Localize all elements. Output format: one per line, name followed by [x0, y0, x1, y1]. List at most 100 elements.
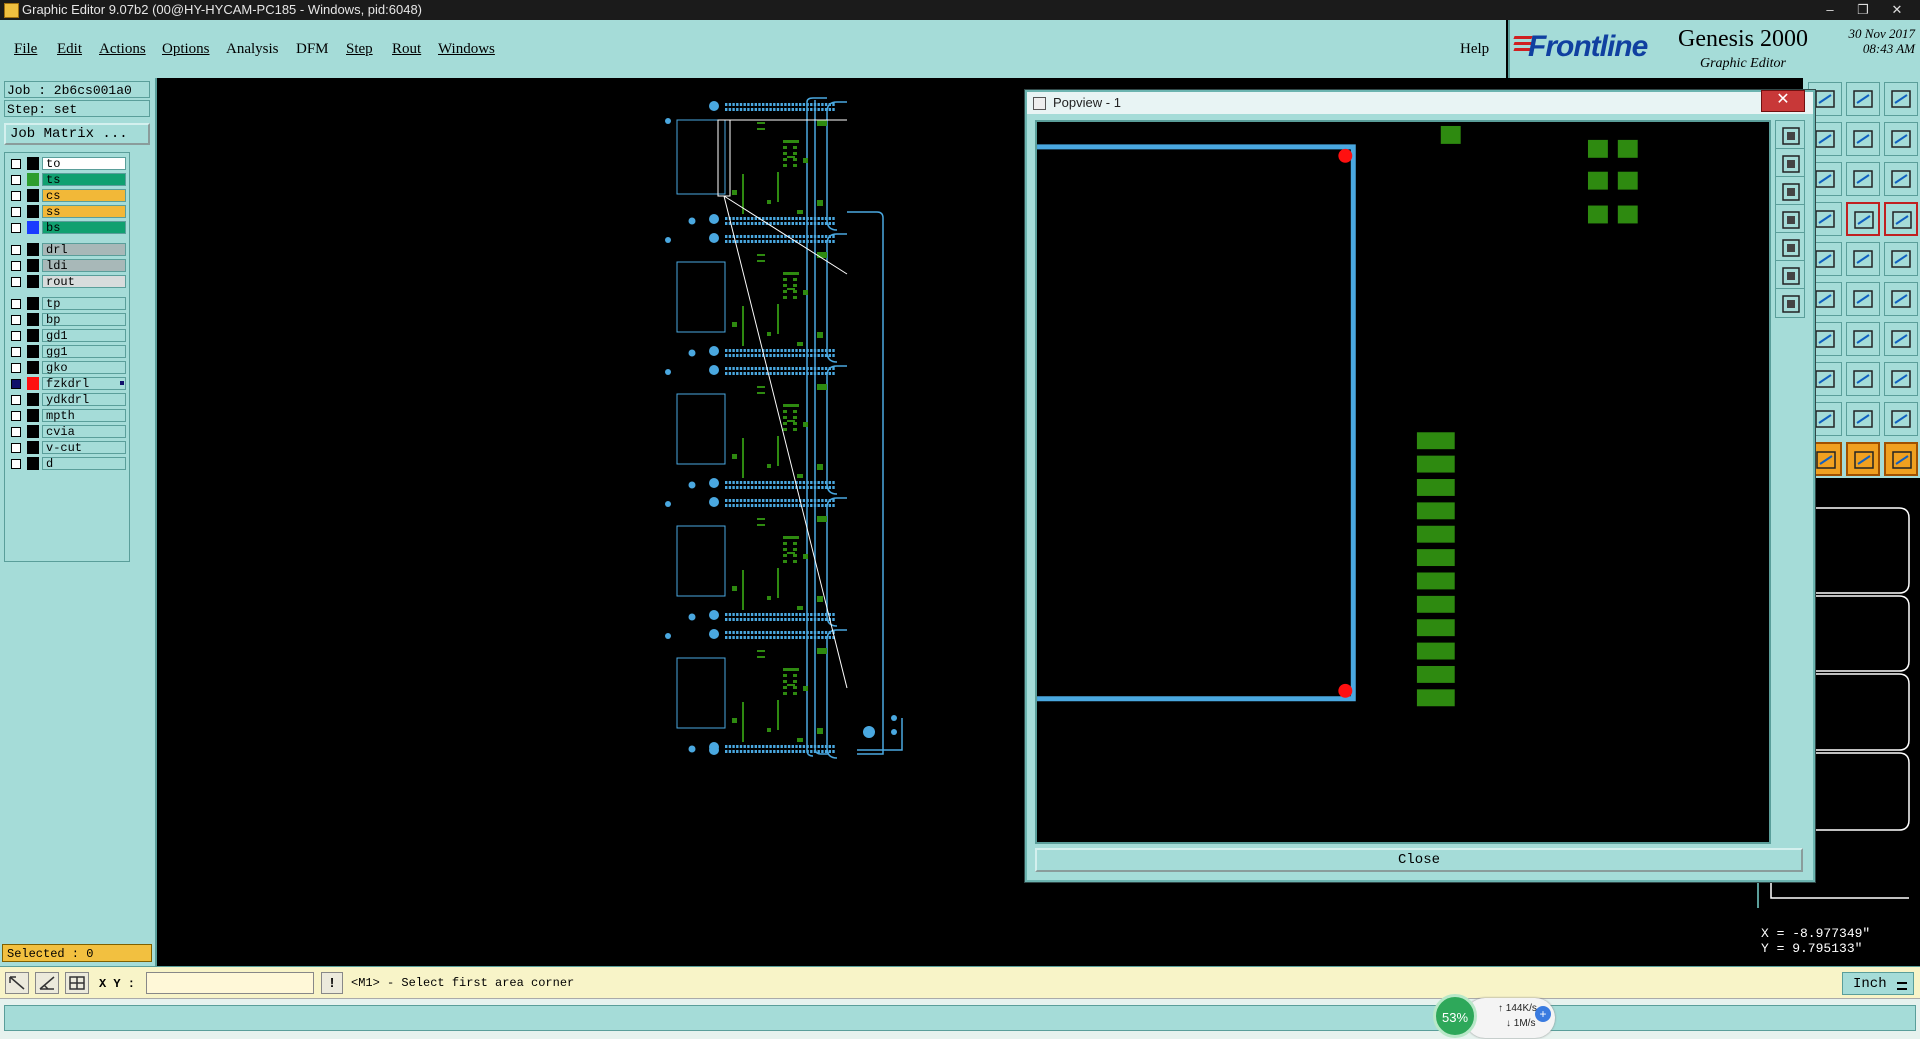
close-icon[interactable]: ✕ — [1882, 0, 1912, 20]
layer-row-gg1[interactable]: gg1 — [7, 345, 127, 359]
layer-row-d[interactable]: d — [7, 457, 127, 471]
layer-name[interactable]: gg1 — [42, 345, 126, 358]
layer-row-cs[interactable]: cs — [7, 189, 127, 203]
popview-canvas[interactable] — [1035, 120, 1771, 844]
split-view-tool-button[interactable] — [1884, 82, 1918, 116]
layer-checkbox[interactable] — [11, 223, 21, 233]
layer-name[interactable]: fzkdrl — [42, 377, 126, 390]
layer-row-ss[interactable]: ss — [7, 205, 127, 219]
menu-analysis[interactable]: Analysis — [226, 41, 279, 58]
pointer-tool-button[interactable] — [1884, 442, 1918, 476]
resize-tool-button[interactable] — [1846, 362, 1880, 396]
layer-checkbox[interactable] — [11, 175, 21, 185]
layer-name[interactable]: tp — [42, 297, 126, 310]
layer-name[interactable]: mpth — [42, 409, 126, 422]
layer-checkbox[interactable] — [11, 427, 21, 437]
layer-checkbox[interactable] — [11, 379, 21, 389]
center-button[interactable] — [1775, 260, 1805, 290]
layer-name[interactable]: to — [42, 157, 126, 170]
pad-tool-button[interactable] — [1884, 242, 1918, 276]
layer-name[interactable]: bp — [42, 313, 126, 326]
layer-name[interactable]: bs — [42, 221, 126, 234]
zoom-out-button[interactable] — [1775, 148, 1805, 178]
layer-checkbox[interactable] — [11, 459, 21, 469]
job-matrix-button[interactable]: Job Matrix ... — [4, 123, 150, 145]
layer-name[interactable]: ydkdrl — [42, 393, 126, 406]
layer-checkbox[interactable] — [11, 191, 21, 201]
filter-tool-button[interactable] — [1884, 202, 1918, 236]
layer-checkbox[interactable] — [11, 277, 21, 287]
layer-name[interactable]: ldi — [42, 259, 126, 272]
zoom-area-button[interactable] — [5, 972, 29, 994]
triangle-tool-button[interactable] — [1846, 402, 1880, 436]
close-icon[interactable]: ✕ — [1761, 90, 1805, 112]
boost-icon[interactable]: + — [1535, 1006, 1551, 1022]
layer-checkbox[interactable] — [11, 395, 21, 405]
layer-checkbox[interactable] — [11, 331, 21, 341]
help-tool-button[interactable] — [1884, 162, 1918, 196]
home-button[interactable] — [1775, 232, 1805, 262]
layer-name[interactable]: ss — [42, 205, 126, 218]
layer-row-fzkdrl[interactable]: fzkdrl — [7, 377, 127, 391]
filter-tool-button[interactable] — [1846, 202, 1880, 236]
layer-row-ydkdrl[interactable]: ydkdrl — [7, 393, 127, 407]
menu-edit[interactable]: Edit — [57, 41, 82, 58]
layer-name[interactable]: drl — [42, 243, 126, 256]
layer-name[interactable]: ts — [42, 173, 126, 186]
layer-checkbox[interactable] — [11, 207, 21, 217]
layer-row-gko[interactable]: gko — [7, 361, 127, 375]
ruler-tool-button[interactable] — [1846, 242, 1880, 276]
layer-checkbox[interactable] — [11, 245, 21, 255]
layer-checkbox[interactable] — [11, 261, 21, 271]
distribute-tool-button[interactable] — [1884, 322, 1918, 356]
layer-row-tp[interactable]: tp — [7, 297, 127, 311]
minimize-icon[interactable]: – — [1815, 0, 1845, 20]
layer-checkbox[interactable] — [11, 363, 21, 373]
route-tool-button[interactable] — [1884, 122, 1918, 156]
restore-icon[interactable]: ❐ — [1848, 0, 1878, 20]
layer-row-bs[interactable]: bs — [7, 221, 127, 235]
layer-row-rout[interactable]: rout — [7, 275, 127, 289]
layer-checkbox[interactable] — [11, 347, 21, 357]
menu-actions[interactable]: Actions — [99, 41, 146, 58]
layer-name[interactable]: rout — [42, 275, 126, 288]
layer-checkbox[interactable] — [11, 159, 21, 169]
layer-row-drl[interactable]: drl — [7, 243, 127, 257]
menu-options[interactable]: Options — [162, 41, 210, 58]
group-tool-button[interactable] — [1884, 362, 1918, 396]
triangle-tool-button[interactable] — [1884, 402, 1918, 436]
layer-checkbox[interactable] — [11, 315, 21, 325]
layer-name[interactable]: v-cut — [42, 441, 126, 454]
menu-windows[interactable]: Windows — [438, 41, 495, 58]
layer-name[interactable]: d — [42, 457, 126, 470]
layer-checkbox[interactable] — [11, 443, 21, 453]
layer-row-ts[interactable]: ts — [7, 173, 127, 187]
home-tool-button[interactable] — [1846, 82, 1880, 116]
connect-tool-button[interactable] — [1846, 282, 1880, 316]
pan-button[interactable] — [1775, 204, 1805, 234]
layer-row-mpth[interactable]: mpth — [7, 409, 127, 423]
layer-name[interactable]: gko — [42, 361, 126, 374]
menu-dfm[interactable]: DFM — [296, 41, 329, 58]
layer-name[interactable]: gd1 — [42, 329, 126, 342]
layer-name[interactable]: cs — [42, 189, 126, 202]
measure-button[interactable] — [1775, 288, 1805, 318]
layer-checkbox[interactable] — [11, 299, 21, 309]
layer-row-bp[interactable]: bp — [7, 313, 127, 327]
menu-step[interactable]: Step — [346, 41, 373, 58]
fit-button[interactable] — [1775, 176, 1805, 206]
layer-name[interactable]: cvia — [42, 425, 126, 438]
layer-row-gd1[interactable]: gd1 — [7, 329, 127, 343]
layer-row-ldi[interactable]: ldi — [7, 259, 127, 273]
menu-file[interactable]: File — [14, 41, 37, 58]
menu-rout[interactable]: Rout — [392, 41, 421, 58]
rotate-tool-button[interactable] — [1846, 322, 1880, 356]
layer-row-to[interactable]: to — [7, 157, 127, 171]
layer-row-v-cut[interactable]: v-cut — [7, 441, 127, 455]
zoom-in-button[interactable] — [1775, 120, 1805, 150]
layer-checkbox[interactable] — [11, 411, 21, 421]
scale-tool-button[interactable] — [1846, 162, 1880, 196]
pointer-tool-button[interactable] — [1846, 442, 1880, 476]
layer-row-cvia[interactable]: cvia — [7, 425, 127, 439]
menu-help[interactable]: Help — [1460, 41, 1489, 58]
